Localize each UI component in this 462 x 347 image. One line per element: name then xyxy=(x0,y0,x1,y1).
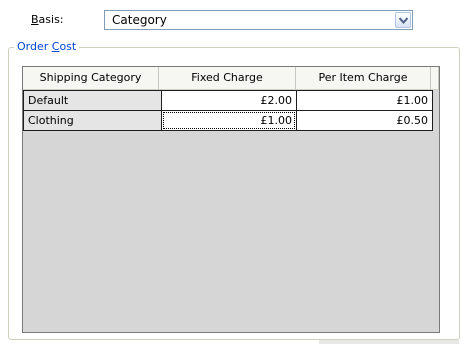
basis-dropdown[interactable]: Category xyxy=(104,10,413,30)
order-cost-title-prefix: Order xyxy=(17,40,52,53)
basis-dropdown-value: Category xyxy=(112,13,167,27)
chevron-down-icon xyxy=(399,17,408,24)
cell-category[interactable]: Clothing xyxy=(23,110,162,131)
column-header-fixed-charge[interactable]: Fixed Charge xyxy=(159,67,296,89)
cell-fixed-charge[interactable]: £2.00 xyxy=(161,90,297,111)
bottom-divider xyxy=(319,340,459,344)
column-header-filler xyxy=(431,67,439,89)
basis-dropdown-button[interactable] xyxy=(395,12,411,28)
column-header-per-item-charge[interactable]: Per Item Charge xyxy=(296,67,431,89)
order-cost-title-rest: ost xyxy=(59,40,77,53)
cell-per-item-charge[interactable]: £1.00 xyxy=(296,90,433,111)
basis-label-text: asis: xyxy=(38,13,64,26)
basis-label-accesskey: B xyxy=(31,13,39,26)
cell-per-item-charge[interactable]: £0.50 xyxy=(296,110,433,131)
table-row[interactable]: Clothing £1.00 £0.50 xyxy=(23,110,433,131)
cell-category[interactable]: Default xyxy=(23,90,162,111)
table-row[interactable]: Default £2.00 £1.00 xyxy=(23,90,433,111)
column-header-shipping-category[interactable]: Shipping Category xyxy=(23,67,159,89)
cell-fixed-charge-focused[interactable]: £1.00 xyxy=(161,110,297,131)
order-cost-title: Order Cost xyxy=(14,40,80,53)
shipping-grid[interactable]: Shipping Category Fixed Charge Per Item … xyxy=(22,66,440,333)
basis-label: Basis: xyxy=(31,13,64,26)
grid-header: Shipping Category Fixed Charge Per Item … xyxy=(23,67,439,90)
